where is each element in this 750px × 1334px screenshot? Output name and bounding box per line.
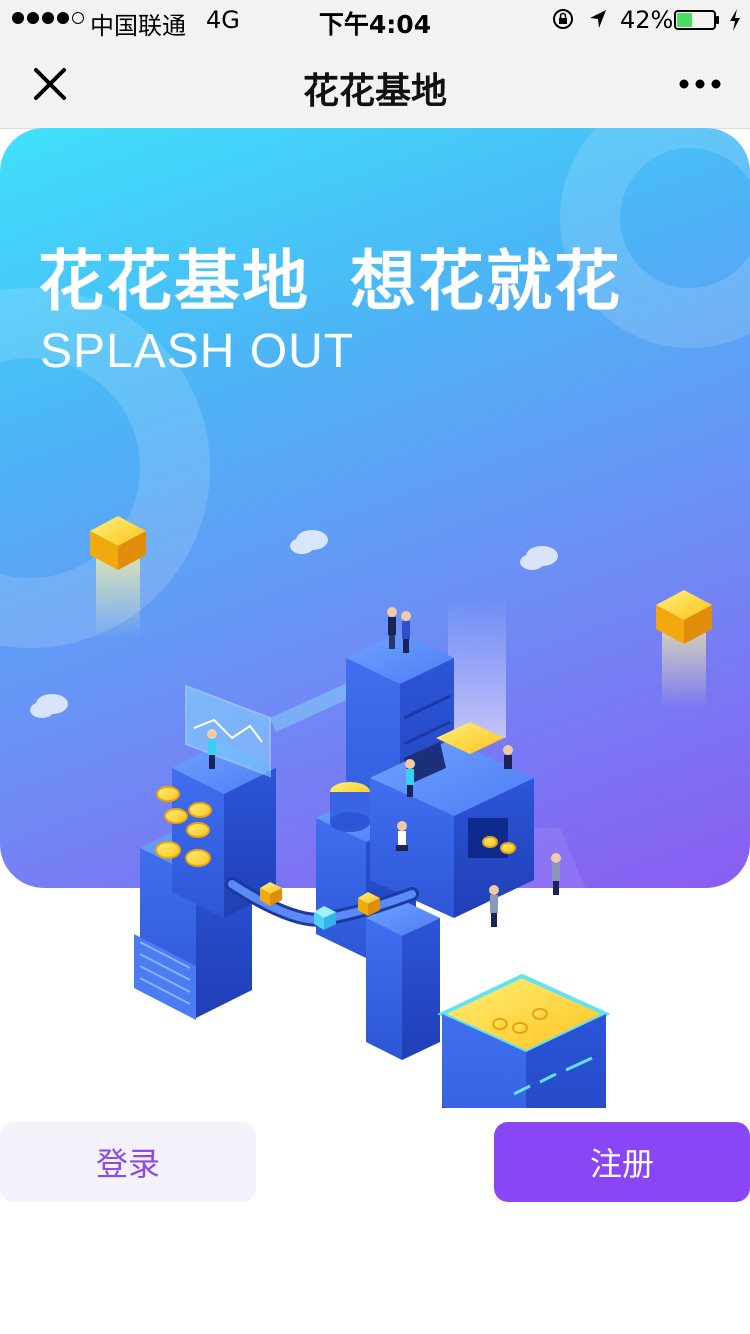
isometric-data-center-illustration: [30, 516, 712, 1108]
location-arrow-icon: [590, 10, 606, 28]
nav-bar: 花花基地: [0, 40, 750, 129]
floating-gold-cube-left: [90, 516, 146, 638]
more-icon[interactable]: [678, 78, 722, 90]
front-tower-block: [366, 900, 440, 1060]
floating-gold-cube-right: [656, 590, 712, 708]
battery-percent: 42%: [620, 6, 674, 34]
lock-rotation-icon: [553, 9, 573, 29]
status-bar: 中国联通 4G 下午4:04 42%: [0, 0, 750, 40]
battery-icon: [674, 10, 719, 30]
register-button[interactable]: 注册: [494, 1122, 750, 1202]
page-title: 花花基地: [302, 71, 447, 112]
charging-bolt-icon: [730, 9, 740, 31]
coin-vault-block: [437, 973, 611, 1108]
login-button[interactable]: 登录: [0, 1122, 256, 1202]
